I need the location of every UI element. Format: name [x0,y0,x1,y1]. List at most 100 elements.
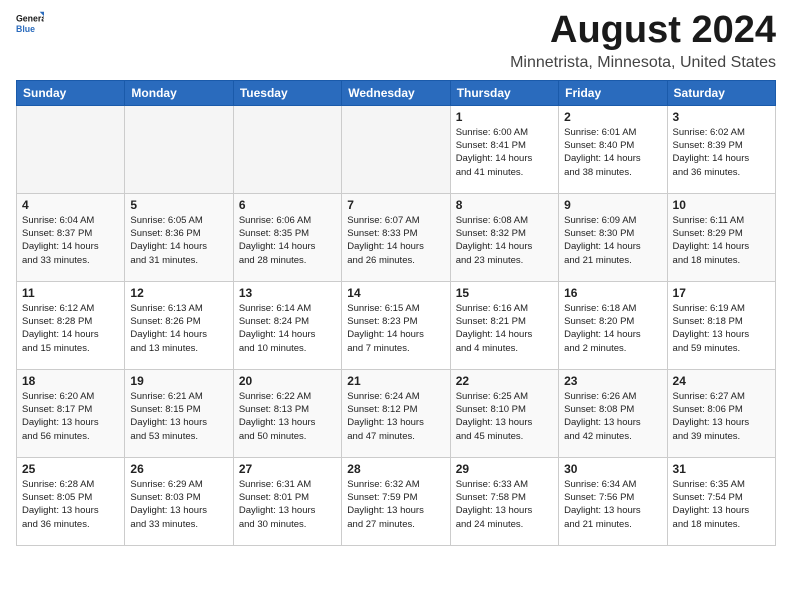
calendar-day: 8 Sunrise: 6:08 AM Sunset: 8:32 PM Daylig… [450,193,558,281]
calendar-day: 6 Sunrise: 6:06 AM Sunset: 8:35 PM Daylig… [233,193,341,281]
calendar-day: 25Sunrise: 6:28 AM Sunset: 8:05 PM Dayli… [17,457,125,545]
calendar-day: 30 Sunrise: 6:34 AM Sunset: 7:56 PM Dayli… [559,457,667,545]
calendar-day: 16 Sunrise: 6:18 AM Sunset: 8:20 PM Dayli… [559,281,667,369]
day-number: 12 [130,286,227,300]
day-info: Sunrise: 6:18 AM Sunset: 8:20 PM Dayligh… [564,302,661,355]
day-number: 6 [239,198,336,212]
day-number: 25 [22,462,119,476]
calendar-day [233,105,341,193]
day-number: 8 [456,198,553,212]
day-number: 16 [564,286,661,300]
day-info: Sunrise: 6:25 AM Sunset: 8:10 PM Dayligh… [456,390,553,443]
title-block: August 2024 Minnetrista, Minnesota, Unit… [510,10,776,72]
day-header-friday: Friday [559,80,667,105]
day-number: 1 [456,110,553,124]
calendar-day [125,105,233,193]
day-info: Sunrise: 6:15 AM Sunset: 8:23 PM Dayligh… [347,302,444,355]
day-number: 22 [456,374,553,388]
calendar-day: 29Sunrise: 6:33 AM Sunset: 7:58 PM Dayli… [450,457,558,545]
day-header-tuesday: Tuesday [233,80,341,105]
day-number: 24 [673,374,770,388]
day-info: Sunrise: 6:34 AM Sunset: 7:56 PM Dayligh… [564,478,661,531]
logo: General Blue General Blue [16,10,44,38]
day-number: 17 [673,286,770,300]
day-info: Sunrise: 6:32 AM Sunset: 7:59 PM Dayligh… [347,478,444,531]
svg-text:Blue: Blue [16,24,35,34]
day-number: 10 [673,198,770,212]
day-number: 23 [564,374,661,388]
day-info: Sunrise: 6:14 AM Sunset: 8:24 PM Dayligh… [239,302,336,355]
day-info: Sunrise: 6:08 AM Sunset: 8:32 PM Dayligh… [456,214,553,267]
day-info: Sunrise: 6:31 AM Sunset: 8:01 PM Dayligh… [239,478,336,531]
day-info: Sunrise: 6:02 AM Sunset: 8:39 PM Dayligh… [673,126,770,179]
day-number: 7 [347,198,444,212]
day-info: Sunrise: 6:12 AM Sunset: 8:28 PM Dayligh… [22,302,119,355]
calendar-day: 19 Sunrise: 6:21 AM Sunset: 8:15 PM Dayli… [125,369,233,457]
day-header-sunday: Sunday [17,80,125,105]
calendar-week-1: 1 Sunrise: 6:00 AM Sunset: 8:41 PM Daylig… [17,105,776,193]
day-number: 2 [564,110,661,124]
day-number: 14 [347,286,444,300]
day-header-saturday: Saturday [667,80,775,105]
page: General Blue General Blue August 2024 Mi… [0,0,792,562]
calendar-day: 15 Sunrise: 6:16 AM Sunset: 8:21 PM Dayli… [450,281,558,369]
calendar-week-2: 4Sunrise: 6:04 AM Sunset: 8:37 PM Daylig… [17,193,776,281]
day-number: 29 [456,462,553,476]
calendar-day: 13 Sunrise: 6:14 AM Sunset: 8:24 PM Dayli… [233,281,341,369]
day-info: Sunrise: 6:27 AM Sunset: 8:06 PM Dayligh… [673,390,770,443]
calendar-day [342,105,450,193]
day-info: Sunrise: 6:09 AM Sunset: 8:30 PM Dayligh… [564,214,661,267]
calendar-day: 5 Sunrise: 6:05 AM Sunset: 8:36 PM Daylig… [125,193,233,281]
calendar-day: 9 Sunrise: 6:09 AM Sunset: 8:30 PM Daylig… [559,193,667,281]
day-info: Sunrise: 6:06 AM Sunset: 8:35 PM Dayligh… [239,214,336,267]
calendar-day: 2Sunrise: 6:01 AM Sunset: 8:40 PM Daylig… [559,105,667,193]
calendar-week-4: 18Sunrise: 6:20 AM Sunset: 8:17 PM Dayli… [17,369,776,457]
day-number: 19 [130,374,227,388]
calendar-day: 14 Sunrise: 6:15 AM Sunset: 8:23 PM Dayli… [342,281,450,369]
calendar-week-5: 25Sunrise: 6:28 AM Sunset: 8:05 PM Dayli… [17,457,776,545]
calendar-day: 1 Sunrise: 6:00 AM Sunset: 8:41 PM Daylig… [450,105,558,193]
calendar-day: 20Sunrise: 6:22 AM Sunset: 8:13 PM Dayli… [233,369,341,457]
calendar-subtitle: Minnetrista, Minnesota, United States [510,54,776,72]
day-info: Sunrise: 6:05 AM Sunset: 8:36 PM Dayligh… [130,214,227,267]
day-info: Sunrise: 6:21 AM Sunset: 8:15 PM Dayligh… [130,390,227,443]
day-number: 9 [564,198,661,212]
day-info: Sunrise: 6:19 AM Sunset: 8:18 PM Dayligh… [673,302,770,355]
calendar-day: 31Sunrise: 6:35 AM Sunset: 7:54 PM Dayli… [667,457,775,545]
day-info: Sunrise: 6:35 AM Sunset: 7:54 PM Dayligh… [673,478,770,531]
day-info: Sunrise: 6:24 AM Sunset: 8:12 PM Dayligh… [347,390,444,443]
header: General Blue General Blue August 2024 Mi… [16,10,776,72]
calendar-day: 24 Sunrise: 6:27 AM Sunset: 8:06 PM Dayli… [667,369,775,457]
calendar-day: 18Sunrise: 6:20 AM Sunset: 8:17 PM Dayli… [17,369,125,457]
day-info: Sunrise: 6:29 AM Sunset: 8:03 PM Dayligh… [130,478,227,531]
day-number: 30 [564,462,661,476]
day-info: Sunrise: 6:00 AM Sunset: 8:41 PM Dayligh… [456,126,553,179]
day-info: Sunrise: 6:13 AM Sunset: 8:26 PM Dayligh… [130,302,227,355]
day-number: 5 [130,198,227,212]
day-number: 3 [673,110,770,124]
calendar-day: 12 Sunrise: 6:13 AM Sunset: 8:26 PM Dayli… [125,281,233,369]
calendar-day: 17 Sunrise: 6:19 AM Sunset: 8:18 PM Dayli… [667,281,775,369]
day-number: 15 [456,286,553,300]
calendar-table: SundayMondayTuesdayWednesdayThursdayFrid… [16,80,776,546]
day-number: 28 [347,462,444,476]
calendar-day: 11Sunrise: 6:12 AM Sunset: 8:28 PM Dayli… [17,281,125,369]
calendar-day: 7Sunrise: 6:07 AM Sunset: 8:33 PM Daylig… [342,193,450,281]
calendar-header-row: SundayMondayTuesdayWednesdayThursdayFrid… [17,80,776,105]
calendar-day: 3 Sunrise: 6:02 AM Sunset: 8:39 PM Daylig… [667,105,775,193]
calendar-day: 21 Sunrise: 6:24 AM Sunset: 8:12 PM Dayli… [342,369,450,457]
calendar-day: 27 Sunrise: 6:31 AM Sunset: 8:01 PM Dayli… [233,457,341,545]
day-header-wednesday: Wednesday [342,80,450,105]
logo-icon: General Blue [16,10,44,38]
day-number: 27 [239,462,336,476]
day-number: 13 [239,286,336,300]
calendar-week-3: 11Sunrise: 6:12 AM Sunset: 8:28 PM Dayli… [17,281,776,369]
day-number: 21 [347,374,444,388]
day-info: Sunrise: 6:16 AM Sunset: 8:21 PM Dayligh… [456,302,553,355]
day-number: 4 [22,198,119,212]
day-number: 20 [239,374,336,388]
day-number: 26 [130,462,227,476]
day-header-monday: Monday [125,80,233,105]
day-info: Sunrise: 6:20 AM Sunset: 8:17 PM Dayligh… [22,390,119,443]
day-info: Sunrise: 6:11 AM Sunset: 8:29 PM Dayligh… [673,214,770,267]
